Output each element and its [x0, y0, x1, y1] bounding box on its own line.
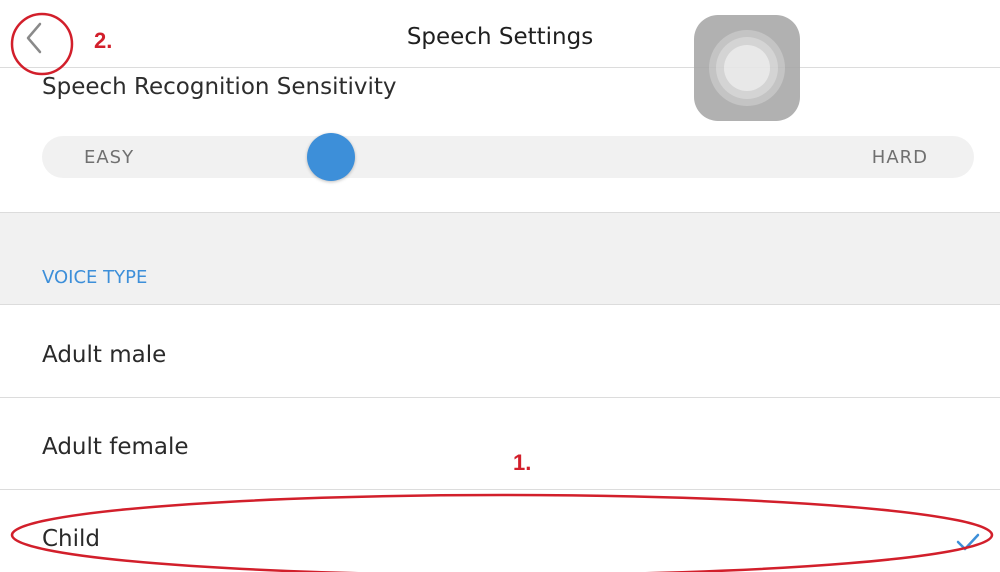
annotation-marker-2: 2.	[94, 28, 113, 53]
slider-thumb[interactable]	[306, 133, 355, 181]
page-title: Speech Settings	[406, 24, 594, 50]
voice-type-header: VOICE TYPE	[0, 213, 1000, 305]
navigation-bar: Speech Settings	[0, 0, 1000, 68]
option-label: Child	[42, 526, 101, 552]
option-label: Adult male	[42, 342, 167, 368]
slider-min-label: EASY	[84, 147, 135, 168]
annotation-marker-1: 1.	[513, 450, 532, 475]
slider-max-label: HARD	[871, 147, 928, 168]
checkmark-icon	[956, 533, 980, 551]
voice-option-child[interactable]: Child	[0, 490, 1000, 572]
option-label: Adult female	[42, 434, 189, 460]
sensitivity-title: Speech Recognition Sensitivity	[42, 74, 397, 100]
assistive-touch-icon[interactable]	[694, 15, 800, 121]
voice-option-adult-female[interactable]: Adult female	[0, 398, 1000, 490]
voice-option-adult-male[interactable]: Adult male	[0, 306, 1000, 398]
sensitivity-slider[interactable]: EASY HARD	[42, 133, 974, 181]
voice-type-label: VOICE TYPE	[42, 267, 148, 288]
